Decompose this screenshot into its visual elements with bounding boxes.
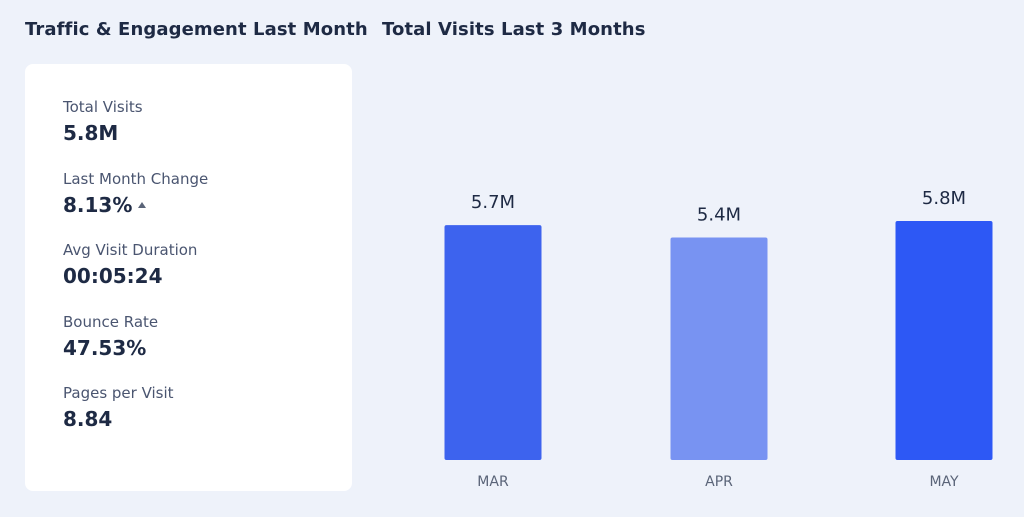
trend-up-icon	[138, 201, 147, 208]
stat-avg-visit-duration: Avg Visit Duration 00:05:24	[63, 241, 197, 288]
bar-apr	[670, 237, 768, 460]
stat-pages-per-visit: Pages per Visit 8.84	[63, 384, 174, 431]
stats-card: Total Visits 5.8M Last Month Change 8.13…	[25, 64, 352, 491]
stat-total-visits: Total Visits 5.8M	[63, 98, 143, 145]
bar-value-label: 5.7M	[471, 192, 515, 213]
x-tick-label: MAY	[929, 474, 959, 490]
stat-value: 00:05:24	[63, 264, 163, 288]
stat-value: 8.13%	[63, 193, 133, 217]
stat-label: Pages per Visit	[63, 384, 174, 402]
stat-last-month-change: Last Month Change 8.13%	[63, 170, 208, 217]
bar-may	[895, 221, 993, 460]
stat-label: Avg Visit Duration	[63, 241, 198, 259]
dashboard: Traffic & Engagement Last Month Total Vi…	[0, 0, 1024, 517]
total-visits-bar-chart: 5.7M MAR 5.4M APR 5.8M MAY	[444, 188, 993, 490]
bar-value-label: 5.4M	[697, 204, 741, 225]
stat-label: Bounce Rate	[63, 313, 159, 331]
traffic-engagement-title: Traffic & Engagement Last Month	[25, 19, 368, 40]
stat-label: Total Visits	[63, 98, 143, 116]
stat-value: 47.53%	[63, 336, 147, 360]
stat-label: Last Month Change	[63, 170, 209, 188]
stat-bounce-rate: Bounce Rate 47.53%	[63, 313, 158, 360]
stat-value-row: 8.13%	[63, 193, 208, 217]
x-tick-label: APR	[705, 474, 733, 490]
stat-value: 5.8M	[63, 121, 119, 145]
x-tick-label: MAR	[477, 474, 509, 490]
total-visits-chart-title: Total Visits Last 3 Months	[382, 19, 646, 40]
stat-value: 8.84	[63, 407, 113, 431]
bar-value-label: 5.8M	[922, 188, 966, 209]
bar-mar	[444, 225, 542, 460]
